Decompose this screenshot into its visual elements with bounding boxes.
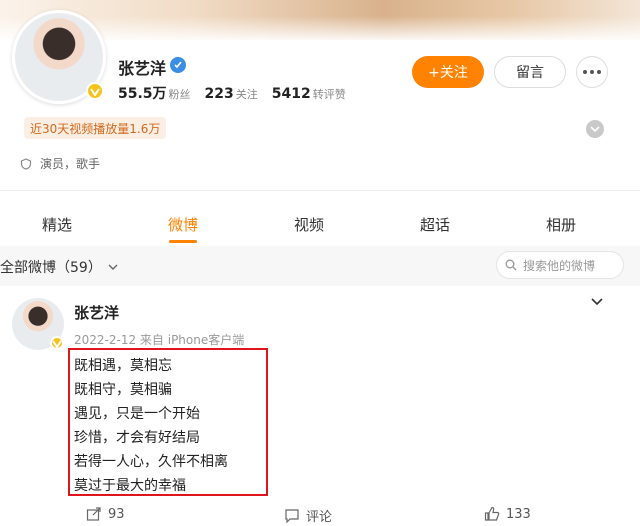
tab-weibo[interactable]: 微博 — [168, 214, 198, 235]
comment-label: 评论 — [306, 510, 333, 525]
verified-icon — [170, 57, 186, 73]
profile-tabs: 精选 微博 视频 超话 相册 — [0, 200, 640, 243]
comment-button[interactable]: 评论 — [284, 506, 332, 525]
all-weibo-filter[interactable]: 全部微博（59） — [0, 257, 118, 277]
post-line: 既相守，莫相骗 — [74, 382, 172, 398]
thumbs-up-icon — [484, 506, 500, 521]
repost-icon — [86, 507, 101, 521]
post-meta: 2022-2-12 来自 iPhone客户端 — [74, 333, 245, 347]
message-button[interactable]: 留言 — [494, 56, 566, 88]
profile-name: 张艺洋 — [118, 59, 167, 78]
comment-icon — [285, 508, 299, 523]
like-count: 133 — [506, 506, 531, 522]
post-line: 既相遇，莫相忘 — [74, 358, 172, 374]
vip-badge-icon — [86, 82, 104, 100]
stat-following[interactable]: 223 关注 — [205, 86, 258, 102]
tab-video[interactable]: 视频 — [294, 214, 324, 235]
search-placeholder: 搜索他的微博 — [523, 258, 596, 273]
follow-label: +关注 — [428, 65, 468, 81]
active-tab-indicator — [169, 240, 197, 243]
follow-button[interactable]: +关注 — [412, 56, 484, 88]
post-author-name[interactable]: 张艺洋 — [74, 302, 119, 323]
all-weibo-label: 全部微博（59） — [0, 260, 102, 276]
video-views-badge: 近30天视频播放量1.6万 — [24, 117, 167, 139]
tab-album[interactable]: 相册 — [546, 214, 576, 235]
post-actions: 93 评论 133 — [0, 504, 640, 526]
post-line: 遇见，只是一个开始 — [74, 406, 200, 422]
stat-fans[interactable]: 55.5万 粉丝 — [118, 83, 191, 103]
repost-button[interactable]: 93 — [86, 506, 125, 522]
weibo-search-input[interactable]: 搜索他的微博 — [496, 251, 624, 279]
post-line: 莫过于最大的幸福 — [74, 478, 186, 494]
profile-shield-icon — [20, 157, 32, 170]
divider — [0, 190, 640, 191]
search-icon — [505, 259, 517, 271]
post-menu-chevron-icon[interactable] — [590, 296, 604, 306]
more-options-button[interactable] — [576, 56, 608, 88]
stat-interactions: 5412 转评赞 — [271, 86, 346, 102]
like-button[interactable]: 133 — [484, 506, 531, 522]
weibo-filter-bar: 全部微博（59） 搜索他的微博 — [0, 246, 640, 286]
chevron-down-icon — [108, 264, 118, 270]
tab-featured[interactable]: 精选 — [42, 214, 72, 235]
bio-text: 演员，歌手 — [40, 157, 101, 171]
post-line: 若得一人心，久伴不相离 — [74, 454, 228, 470]
post-line: 珍惜，才会有好结局 — [74, 430, 200, 446]
tab-super-topic[interactable]: 超话 — [420, 214, 450, 235]
profile-bio: 演员，歌手 — [20, 155, 100, 172]
message-label: 留言 — [516, 65, 544, 81]
expand-chevron-icon[interactable] — [586, 120, 604, 138]
post-vip-badge-icon — [50, 336, 64, 350]
profile-stats: 55.5万 粉丝 223 关注 5412 转评赞 — [118, 83, 346, 103]
repost-count: 93 — [108, 506, 125, 522]
